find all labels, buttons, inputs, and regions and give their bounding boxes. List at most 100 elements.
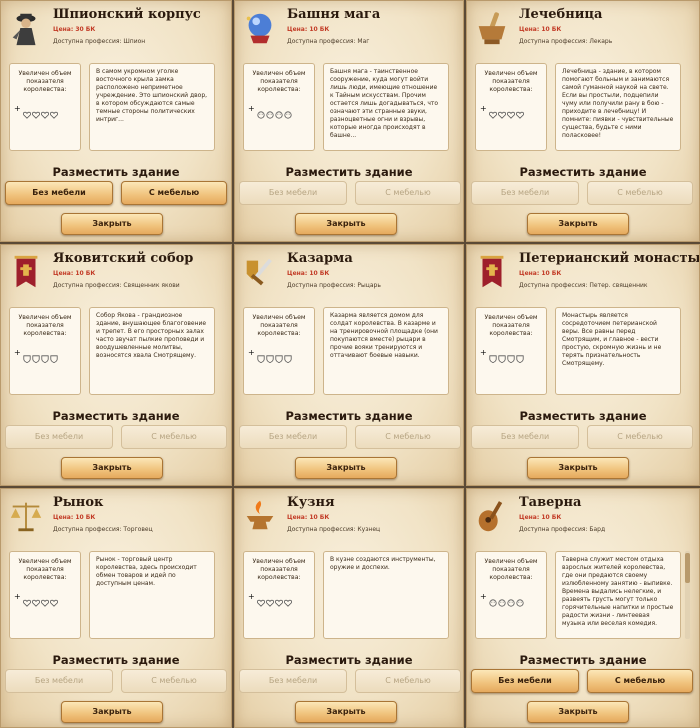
stat-panel: Увеличен объем показателя королевства: + <box>243 307 315 395</box>
building-title: Кузня <box>287 495 335 510</box>
close-button[interactable]: Закрыть <box>295 701 397 723</box>
building-description: Рынок - торговый центр королевства, здес… <box>89 551 215 639</box>
building-title: Башня мага <box>287 7 381 22</box>
available-profession: Доступна профессия: Торговец <box>53 526 153 533</box>
plus-sign: + <box>480 104 487 113</box>
building-title: Яковитский собор <box>53 251 194 266</box>
available-profession: Доступна профессия: Маг <box>287 38 370 45</box>
place-building-heading: Разместить здание <box>519 165 647 179</box>
no-furniture-button[interactable]: Без мебели <box>5 669 113 693</box>
heart-icon <box>256 592 265 607</box>
no-furniture-button[interactable]: Без мебели <box>471 425 579 449</box>
close-button[interactable]: Закрыть <box>527 457 629 479</box>
with-furniture-button[interactable]: С мебелью <box>121 181 227 205</box>
building-description: Лечебница - здание, в котором помогают б… <box>555 63 681 151</box>
with-furniture-button[interactable]: С мебелью <box>587 425 693 449</box>
mask-icon <box>507 592 515 607</box>
no-furniture-button[interactable]: Без мебели <box>471 181 579 205</box>
with-furniture-button[interactable]: С мебелью <box>355 181 461 205</box>
with-furniture-button[interactable]: С мебелью <box>587 669 693 693</box>
place-building-heading: Разместить здание <box>285 409 413 423</box>
close-button[interactable]: Закрыть <box>527 213 629 235</box>
shield-icon <box>266 348 274 364</box>
with-furniture-button[interactable]: С мебелью <box>121 425 227 449</box>
building-price: Цена: 10 БК <box>519 514 562 521</box>
stat-icons: + <box>248 348 292 364</box>
close-button[interactable]: Закрыть <box>295 213 397 235</box>
no-furniture-button[interactable]: Без мебели <box>471 669 579 693</box>
building-card: Таверна Цена: 10 БК Доступна профессия: … <box>466 488 700 728</box>
sword-shield-icon <box>241 253 279 291</box>
heart-icon <box>49 592 58 607</box>
close-button[interactable]: Закрыть <box>295 457 397 479</box>
stat-icons: + <box>480 592 524 607</box>
building-title: Лечебница <box>519 7 603 22</box>
shield-icon <box>489 348 497 364</box>
heart-icon <box>22 592 31 607</box>
heart-icon <box>497 104 506 119</box>
banner-icon <box>7 253 45 291</box>
stat-label: Увеличен объем показателя королевства: <box>484 314 538 337</box>
heart-icon <box>265 592 274 607</box>
stat-panel: Увеличен объем показателя королевства: + <box>9 307 81 395</box>
building-card: Яковитский собор Цена: 10 БК Доступна пр… <box>0 244 232 486</box>
with-furniture-button[interactable]: С мебелью <box>587 181 693 205</box>
heart-icon <box>488 104 497 119</box>
mask-icon <box>489 592 497 607</box>
close-button[interactable]: Закрыть <box>61 213 163 235</box>
plus-sign: + <box>248 592 255 601</box>
stat-icons: + <box>14 104 58 119</box>
building-card: Казарма Цена: 10 БК Доступна профессия: … <box>234 244 464 486</box>
close-button[interactable]: Закрыть <box>527 701 629 723</box>
no-furniture-button[interactable]: Без мебели <box>239 425 347 449</box>
with-furniture-button[interactable]: С мебелью <box>355 669 461 693</box>
scrollbar-thumb[interactable] <box>685 553 690 583</box>
place-building-heading: Разместить здание <box>52 165 180 179</box>
building-price: Цена: 10 БК <box>519 26 562 33</box>
stat-label: Увеличен объем показателя королевства: <box>18 70 72 93</box>
with-furniture-button[interactable]: С мебелью <box>121 669 227 693</box>
with-furniture-button[interactable]: С мебелью <box>355 425 461 449</box>
stat-icons: + <box>14 592 58 607</box>
stat-panel: Увеличен объем показателя королевства: + <box>243 63 315 151</box>
shield-icon <box>498 348 506 364</box>
stat-panel: Увеличен объем показателя королевства: + <box>475 307 547 395</box>
mask-icon <box>284 104 292 119</box>
no-furniture-button[interactable]: Без мебели <box>239 181 347 205</box>
available-profession: Доступна профессия: Петер. священник <box>519 282 648 289</box>
stat-label: Увеличен объем показателя королевства: <box>484 558 538 581</box>
stat-icons: + <box>248 104 292 119</box>
place-building-heading: Разместить здание <box>285 653 413 667</box>
building-cards-grid: Шпионский корпус Цена: 30 БК Доступна пр… <box>0 0 700 728</box>
heart-icon <box>283 592 292 607</box>
description-scrollbar[interactable] <box>685 551 690 639</box>
building-price: Цена: 10 БК <box>519 270 562 277</box>
building-card: Рынок Цена: 10 БК Доступна профессия: То… <box>0 488 232 728</box>
no-furniture-button[interactable]: Без мебели <box>5 425 113 449</box>
no-furniture-button[interactable]: Без мебели <box>5 181 113 205</box>
no-furniture-button[interactable]: Без мебели <box>239 669 347 693</box>
available-profession: Доступна профессия: Рыцарь <box>287 282 381 289</box>
stat-panel: Увеличен объем показателя королевства: + <box>243 551 315 639</box>
stat-panel: Увеличен объем показателя королевства: + <box>9 63 81 151</box>
close-button[interactable]: Закрыть <box>61 701 163 723</box>
building-card: Шпионский корпус Цена: 30 БК Доступна пр… <box>0 0 232 242</box>
close-button[interactable]: Закрыть <box>61 457 163 479</box>
scales-icon <box>7 497 45 535</box>
building-price: Цена: 10 БК <box>287 514 330 521</box>
stat-label: Увеличен объем показателя королевства: <box>484 70 538 93</box>
mask-icon <box>498 592 506 607</box>
stat-label: Увеличен объем показателя королевства: <box>18 558 72 581</box>
building-description: Башня мага - таинственное сооружение, ку… <box>323 63 449 151</box>
spy-icon <box>7 9 45 47</box>
plus-sign: + <box>480 592 487 601</box>
place-building-heading: Разместить здание <box>519 409 647 423</box>
heart-icon <box>274 592 283 607</box>
shield-icon <box>23 348 31 364</box>
building-price: Цена: 10 БК <box>287 26 330 33</box>
plus-sign: + <box>14 104 21 113</box>
available-profession: Доступна профессия: Шпион <box>53 38 146 45</box>
shield-icon <box>275 348 283 364</box>
stat-panel: Увеличен объем показателя королевства: + <box>475 551 547 639</box>
available-profession: Доступна профессия: Кузнец <box>287 526 381 533</box>
